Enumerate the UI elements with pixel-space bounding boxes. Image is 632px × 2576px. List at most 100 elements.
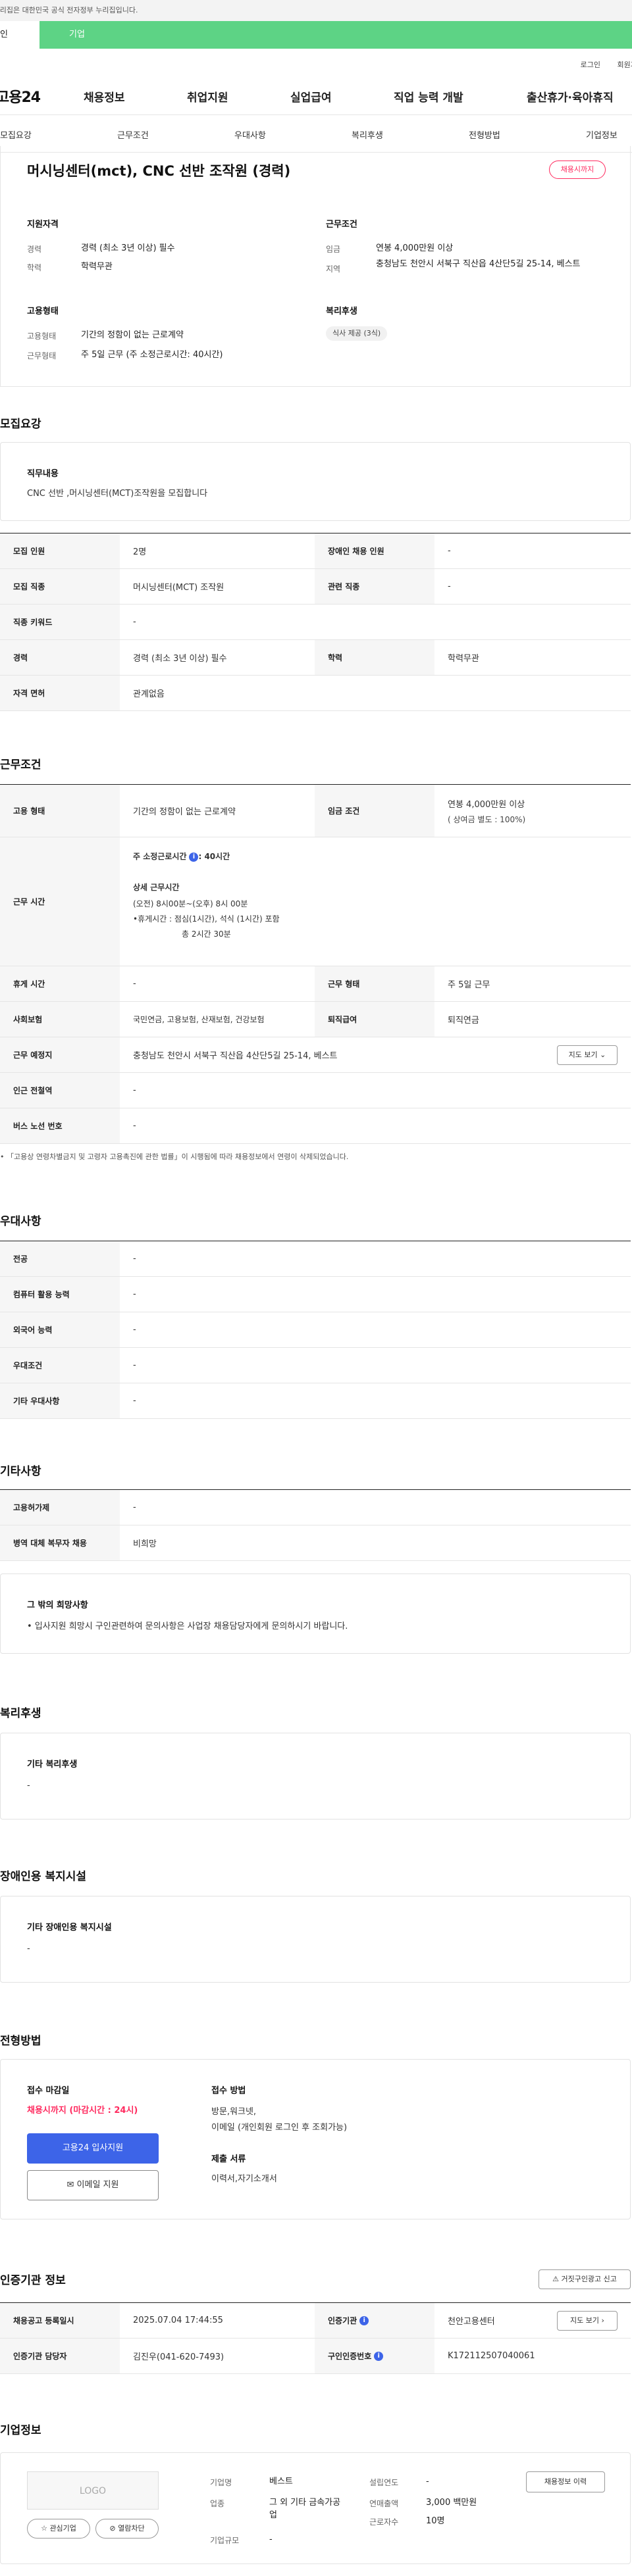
method-heading: 접수 방법: [211, 2086, 246, 2096]
table-header: 경력: [0, 640, 120, 675]
table-header: 퇴직급여: [315, 1002, 434, 1037]
tab-work-conditions[interactable]: 근무조건: [117, 128, 149, 141]
table-row: 직종 키워드 -: [0, 605, 631, 640]
table-row: 근무 시간 주 소정근로시간 i: 40시간 상세 근무시간 (오전) 8시00분…: [0, 837, 631, 966]
tab-business[interactable]: 기업: [40, 21, 632, 49]
site-logo[interactable]: 고용24: [0, 86, 41, 107]
employment-heading: 고용형태: [27, 307, 59, 316]
job-description-text: CNC 선반 ,머시닝센터(MCT)조작원을 모집합니다: [27, 489, 208, 499]
tab-business-label: 기업: [69, 30, 85, 39]
block-label: 열람차단: [118, 2524, 145, 2533]
table-row: 기타 우대사항 -: [0, 1383, 631, 1419]
employees-value: 10명: [426, 2516, 445, 2526]
region-label: 지역: [326, 264, 341, 274]
table-header: 고용허가제: [0, 1490, 120, 1525]
age-note-text: 「고용상 연령차별금지 및 고령자 고용촉진에 관한 법률」이 시행됨에 따라 …: [7, 1152, 349, 1161]
apply-button[interactable]: 고용24 입사지원: [27, 2133, 159, 2164]
map-button[interactable]: 지도 보기 ⌄: [557, 1045, 618, 1065]
tab-selection[interactable]: 전형방법: [469, 128, 500, 141]
gnb-menu-jobs[interactable]: 채용정보: [84, 88, 125, 105]
disability-box-value: -: [27, 1944, 30, 1954]
table-cell: -: [133, 1121, 136, 1131]
tab-welfare[interactable]: 복리후생: [352, 128, 383, 141]
wage-note: ( 상여금 별도 : 100%): [448, 814, 526, 824]
table-header: 관련 직종: [315, 569, 434, 604]
chevron-down-icon: ⌄: [600, 1051, 606, 1059]
block-icon: ⊘: [109, 2524, 116, 2533]
welfare-heading: 복리후생: [326, 307, 357, 316]
recruit-table: 모집 인원 2명 장애인 채용 인원 - 모집 직종 머시닝센터(MCT) 조작…: [0, 533, 631, 712]
table-cell: -: [133, 1085, 136, 1095]
disability-box: 기타 장애인용 복지시설 -: [0, 1896, 631, 1983]
table-cell: 경력 (최소 3년 이상) 필수: [133, 654, 227, 664]
table-header: 장애인 채용 인원: [315, 533, 434, 568]
agency-table: 채용공고 등록일시 2025.07.04 17:44:55 인증기관 i 천안고용…: [0, 2302, 631, 2375]
table-row: 근무 예정지 충청남도 천안시 서북구 직산읍 4산단5길 25-14, 베스트…: [0, 1037, 631, 1073]
block-view-button[interactable]: ⊘ 열람차단: [95, 2519, 159, 2539]
table-header: 고용 형태: [0, 785, 120, 837]
docs-heading: 제출 서류: [211, 2154, 246, 2164]
table-cell: -: [133, 1360, 136, 1370]
selection-section-title: 전형방법: [0, 2035, 41, 2048]
table-cell: -: [133, 1502, 136, 1512]
gnb-menu-skills-development[interactable]: 직업 능력 개발: [394, 88, 463, 105]
join-link[interactable]: 회원가입: [618, 59, 632, 70]
table-cell: 충청남도 천안시 서북구 직산읍 4산단5길 25-14, 베스트: [133, 1051, 338, 1061]
detail-hours-line: •휴게시간 : 점심(1시간), 석식 (1시간) 포함: [133, 914, 280, 924]
weekly-hours-value: : 40시간: [198, 852, 230, 861]
table-header: 버스 노선 번호: [0, 1108, 120, 1143]
info-icon[interactable]: i: [359, 2316, 369, 2325]
revenue-value: 3,000 백만원: [426, 2498, 477, 2508]
disability-section-title: 장애인용 복지시설: [0, 1870, 87, 1883]
page: 이 누리집은 대한민국 공식 전자정부 누리집입니다. 개인 기업 로그인 회원…: [0, 0, 632, 2576]
table-header: 병역 대체 복무자 채용: [0, 1525, 120, 1560]
weekly-hours: 주 소정근로시간 i: 40시간: [133, 851, 631, 862]
table-header: 채용공고 등록일시: [0, 2303, 120, 2338]
table-row: 고용 형태 기간의 정함이 없는 근로계약 임금 조건 연봉 4,000만원 이…: [0, 785, 631, 837]
table-header: 모집 인원: [0, 533, 120, 568]
info-icon[interactable]: i: [189, 852, 199, 862]
other-wishes-text: • 입사지원 희망시 구인관련하여 문의사항은 사업장 채용담당자에게 문의하시…: [27, 1622, 348, 1631]
tab-preference[interactable]: 우대사항: [234, 128, 266, 141]
table-header: 인근 전철역: [0, 1073, 120, 1108]
email-apply-label: 이메일 지원: [76, 2180, 119, 2190]
job-history-button[interactable]: 채용정보 이력: [526, 2471, 605, 2492]
work-section-title: 근무조건: [0, 758, 41, 772]
tab-recruit[interactable]: 모집요강: [0, 128, 32, 141]
table-row: 채용공고 등록일시 2025.07.04 17:44:55 인증기관 i 천안고용…: [0, 2303, 631, 2339]
info-icon[interactable]: i: [374, 2351, 384, 2361]
table-cell: -: [133, 1289, 136, 1299]
table-cell: -: [448, 582, 451, 591]
table-cell: -: [133, 1254, 136, 1264]
table-row: 고용허가제 -: [0, 1490, 631, 1525]
table-header: 모집 직종: [0, 569, 120, 604]
tab-individual[interactable]: 개인: [0, 21, 40, 49]
gnb-menu-parental-leave[interactable]: 출산휴가·육아휴직: [527, 88, 614, 105]
agency-section-title: 인증기관 정보: [0, 2274, 66, 2287]
table-cell: 2명: [133, 547, 147, 557]
login-link[interactable]: 로그인: [581, 59, 600, 70]
star-icon: ☆: [41, 2524, 47, 2533]
report-fake-ad-button[interactable]: ⚠ 거짓구인광고 신고: [539, 2269, 631, 2289]
work-pattern-label: 근무형태: [27, 351, 57, 360]
employment-type-label: 고용형태: [27, 332, 57, 341]
gnb-menu-employment-support[interactable]: 취업지원: [187, 88, 228, 105]
selection-box: 접수 마감일 채용시까지 (마감시간 : 24시) 고용24 입사지원 ✉ 이메…: [0, 2059, 631, 2219]
tab-company[interactable]: 기업정보: [586, 128, 618, 141]
interest-company-button[interactable]: ☆ 관심기업: [27, 2519, 90, 2539]
welfare-chip: 식사 제공 (3식): [326, 326, 388, 341]
table-row: 전공 -: [0, 1241, 631, 1277]
email-apply-button[interactable]: ✉ 이메일 지원: [27, 2170, 159, 2200]
industry-label: 업종: [210, 2499, 225, 2508]
table-header: 임금 조건: [315, 785, 434, 837]
work-table: 고용 형태 기간의 정함이 없는 근로계약 임금 조건 연봉 4,000만원 이…: [0, 784, 631, 1145]
global-nav: 고용24 채용정보 취업지원 실업급여 직업 능력 개발 출산휴가·육아휴직: [0, 75, 632, 114]
agency-map-button[interactable]: 지도 보기 ›: [557, 2311, 618, 2331]
preference-table: 전공 - 컴퓨터 활용 능력 - 외국어 능력 - 우대조건 - 기타 우대사항…: [0, 1241, 631, 1420]
gnb-menu-unemployment-benefit[interactable]: 실업급여: [290, 88, 332, 105]
deadline-heading: 접수 마감일: [27, 2086, 70, 2096]
other-wishes-heading: 그 밖의 희망사항: [27, 1600, 88, 1610]
table-cell: -: [448, 546, 451, 556]
job-title: 머시닝센터(mct), CNC 선반 조작원 (경력): [27, 163, 291, 179]
revenue-label: 연매출액: [369, 2499, 399, 2508]
